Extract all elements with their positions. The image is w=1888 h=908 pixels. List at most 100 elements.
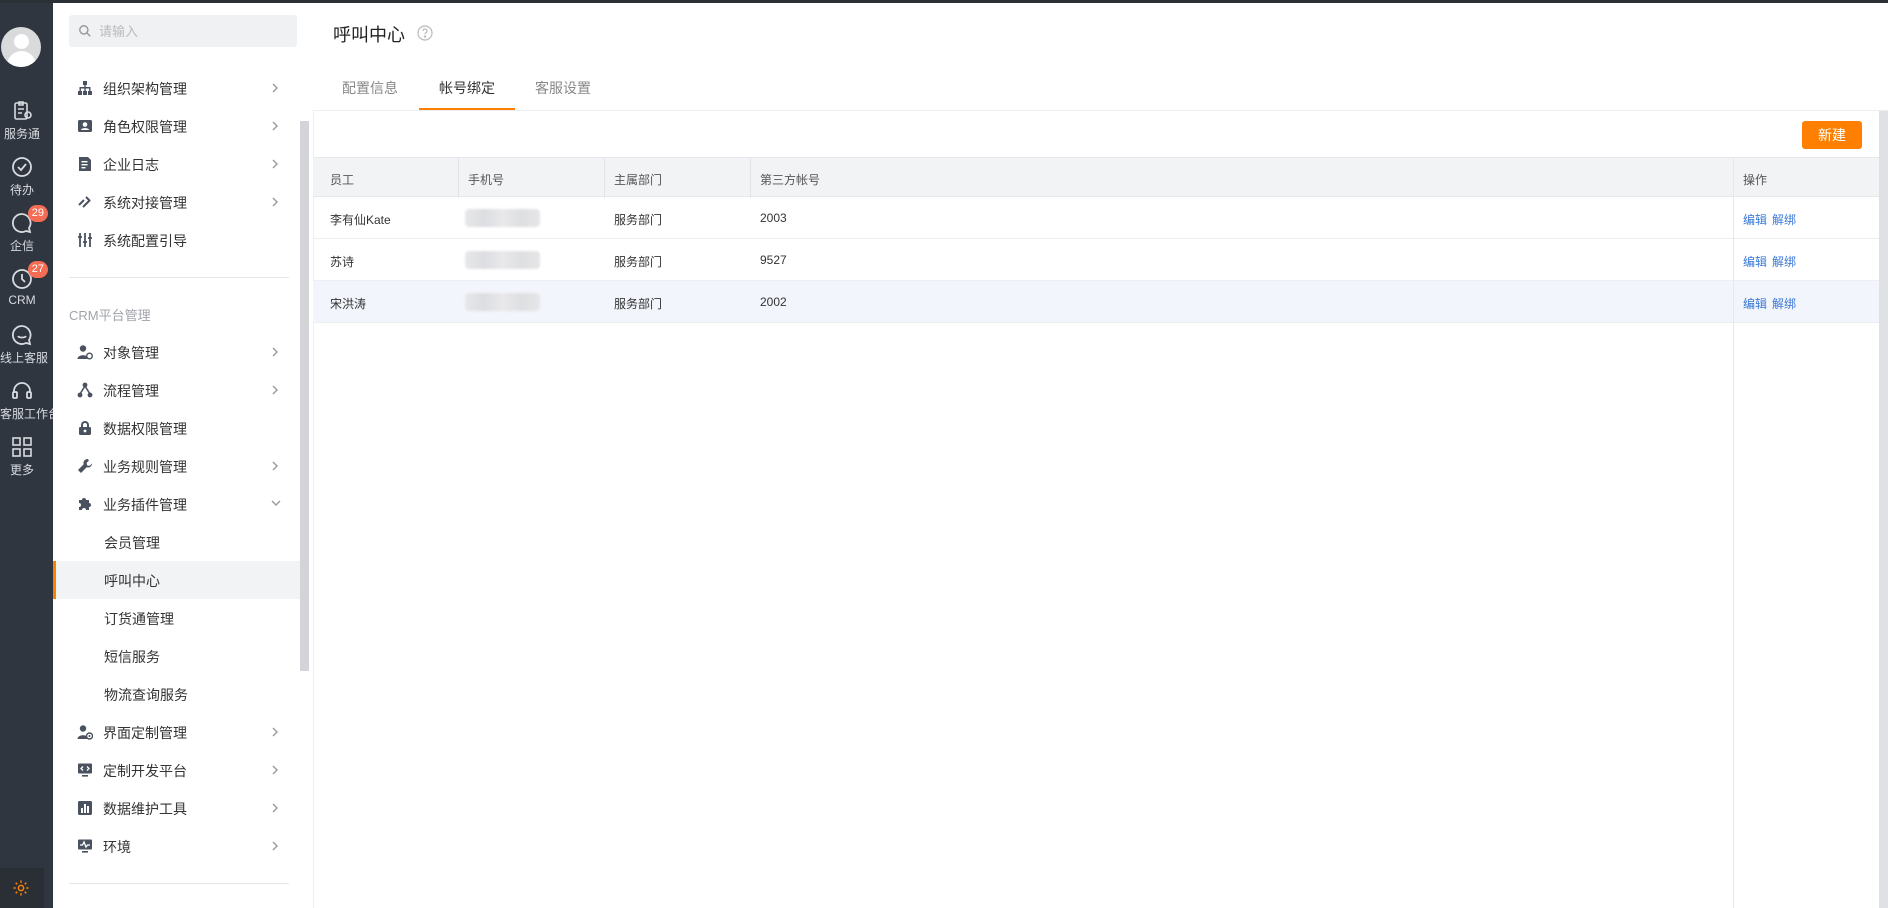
headset-icon <box>12 382 32 399</box>
sidebar-item-label: 业务规则管理 <box>103 459 187 475</box>
app-rail: 服务通 待办 29 企信 27 CRM 线上客服 客服工作台 更多 <box>0 3 61 908</box>
puzzle-icon <box>79 498 91 510</box>
edit-link[interactable]: 编辑 <box>1743 253 1767 270</box>
table-row[interactable]: 李有仙Kate 服务部门 2003 编辑 解绑 <box>313 197 1879 239</box>
employee-cell: 宋洪涛 <box>330 297 367 311</box>
unbind-link[interactable]: 解绑 <box>1772 211 1796 228</box>
rail-item-more[interactable]: 更多 <box>0 435 44 478</box>
sidebar-subitem-membership[interactable]: 会员管理 <box>53 523 301 561</box>
sidebar-divider <box>69 277 289 278</box>
unbind-link[interactable]: 解绑 <box>1772 253 1796 270</box>
sidebar-item-role-permissions[interactable]: 角色权限管理 <box>53 107 301 145</box>
sidebar-item-ui-customization[interactable]: 界面定制管理 <box>53 713 301 751</box>
code-monitor-icon <box>78 763 92 777</box>
sidebar-item-label: 角色权限管理 <box>103 119 187 135</box>
sidebar-item-business-plugins[interactable]: 业务插件管理 <box>53 485 301 523</box>
dept-cell: 服务部门 <box>614 297 663 311</box>
chevron-right-icon <box>272 385 278 395</box>
sidebar-item-label: 企业日志 <box>103 157 159 173</box>
column-divider <box>750 158 751 198</box>
sidebar-divider <box>69 883 289 884</box>
sidebar-item-label: 数据权限管理 <box>103 421 187 437</box>
sidebar-scrollbar[interactable] <box>300 121 309 671</box>
sidebar-item-label: 数据维护工具 <box>103 801 187 817</box>
settings-button[interactable] <box>0 868 44 908</box>
sidebar-item-dev-platform[interactable]: 定制开发平台 <box>53 751 301 789</box>
sidebar-subitem-ordering[interactable]: 订货通管理 <box>53 599 301 637</box>
gear-icon <box>13 880 29 896</box>
sidebar-subitem-label: 短信服务 <box>104 649 160 665</box>
search-input[interactable] <box>99 15 289 47</box>
active-tab-indicator <box>419 108 515 110</box>
page-title: 呼叫中心 <box>333 25 405 45</box>
document-icon <box>79 157 91 171</box>
avatar[interactable] <box>1 27 41 67</box>
sidebar-item-process-management[interactable]: 流程管理 <box>53 371 301 409</box>
search-icon <box>79 25 91 37</box>
rail-item-label: 客服工作台 <box>0 407 61 421</box>
sidebar-item-config-guide[interactable]: 系统配置引导 <box>53 221 301 259</box>
rail-item-online-service[interactable]: 线上客服 <box>0 323 49 366</box>
sidebar-subitem-label: 会员管理 <box>104 535 160 551</box>
sidebar-item-data-maintenance[interactable]: 数据维护工具 <box>53 789 301 827</box>
sidebar-item-object-management[interactable]: 对象管理 <box>53 333 301 371</box>
sidebar-item-label: 环境 <box>103 839 131 855</box>
search-box <box>69 15 297 47</box>
edit-link[interactable]: 编辑 <box>1743 295 1767 312</box>
column-header[interactable]: 员工 <box>330 171 354 188</box>
sidebar-subitem-sms[interactable]: 短信服务 <box>53 637 301 675</box>
grid-icon <box>12 437 32 457</box>
admin-sidebar: 组织架构管理 角色权限管理 企业日志 系统对接管理 系统配置引导 CRM平台管理… <box>53 3 309 908</box>
chevron-right-icon <box>272 83 278 93</box>
sidebar-item-enterprise-log[interactable]: 企业日志 <box>53 145 301 183</box>
table-row[interactable]: 苏诗 服务部门 9527 编辑 解绑 <box>313 239 1879 281</box>
lock-icon <box>79 421 91 435</box>
chevron-right-icon <box>272 803 278 813</box>
tab-bar: 配置信息 帐号绑定 客服设置 <box>313 68 1888 111</box>
sidebar-subitem-label: 呼叫中心 <box>104 573 160 589</box>
help-icon[interactable] <box>417 25 433 41</box>
sidebar-item-data-permissions[interactable]: 数据权限管理 <box>53 409 301 447</box>
main-scrollbar[interactable] <box>1879 111 1888 908</box>
sidebar-subitem-label: 订货通管理 <box>104 611 174 627</box>
dept-cell: 服务部门 <box>614 213 663 227</box>
edit-link[interactable]: 编辑 <box>1743 211 1767 228</box>
column-header[interactable]: 主属部门 <box>614 171 662 188</box>
phone-redacted <box>465 251 540 269</box>
rail-item-messenger[interactable]: 29 企信 <box>0 205 48 254</box>
link-icon <box>78 196 91 208</box>
org-chart-icon <box>78 81 92 95</box>
chevron-down-icon <box>271 500 281 506</box>
sidebar-item-org-structure[interactable]: 组织架构管理 <box>53 69 301 107</box>
rail-item-label: 待办 <box>9 183 34 197</box>
column-divider <box>458 158 459 198</box>
tab-config-info[interactable]: 配置信息 <box>342 78 398 98</box>
column-header[interactable]: 第三方帐号 <box>760 171 820 188</box>
sidebar-item-business-rules[interactable]: 业务规则管理 <box>53 447 301 485</box>
sidebar-item-environment[interactable]: 环境 <box>53 827 301 865</box>
smile-bubble-icon <box>11 325 32 346</box>
new-button[interactable]: 新建 <box>1802 121 1862 149</box>
table-row[interactable]: 宋洪涛 服务部门 2002 编辑 解绑 <box>313 281 1879 323</box>
rail-item-service-desk[interactable]: 客服工作台 <box>0 379 61 422</box>
sidebar-item-system-integration[interactable]: 系统对接管理 <box>53 183 301 221</box>
tab-account-binding[interactable]: 帐号绑定 <box>439 78 495 98</box>
unbind-link[interactable]: 解绑 <box>1772 295 1796 312</box>
employee-cell: 苏诗 <box>330 255 355 269</box>
wrench-icon <box>78 458 93 473</box>
rail-item-todo[interactable]: 待办 <box>0 155 44 198</box>
user-settings-icon <box>77 725 93 740</box>
main-content: 呼叫中心 配置信息 帐号绑定 客服设置 新建 员工 手机号 主属部门 第三方帐号… <box>313 3 1888 908</box>
sidebar-subitem-logistics[interactable]: 物流查询服务 <box>53 675 301 713</box>
sidebar-subitem-call-center[interactable]: 呼叫中心 <box>53 561 301 599</box>
sidebar-item-label: 组织架构管理 <box>103 81 187 97</box>
unread-badge: 29 <box>27 205 48 222</box>
rail-item-label: 服务通 <box>3 127 40 141</box>
rail-item-service[interactable]: 服务通 <box>0 99 44 142</box>
rail-item-label: 线上客服 <box>0 351 49 365</box>
column-header[interactable]: 手机号 <box>468 171 504 188</box>
rail-item-crm[interactable]: 27 CRM <box>0 261 48 307</box>
chevron-right-icon <box>272 841 278 851</box>
tab-service-settings[interactable]: 客服设置 <box>535 78 591 98</box>
sidebar-item-label: 对象管理 <box>103 345 159 361</box>
